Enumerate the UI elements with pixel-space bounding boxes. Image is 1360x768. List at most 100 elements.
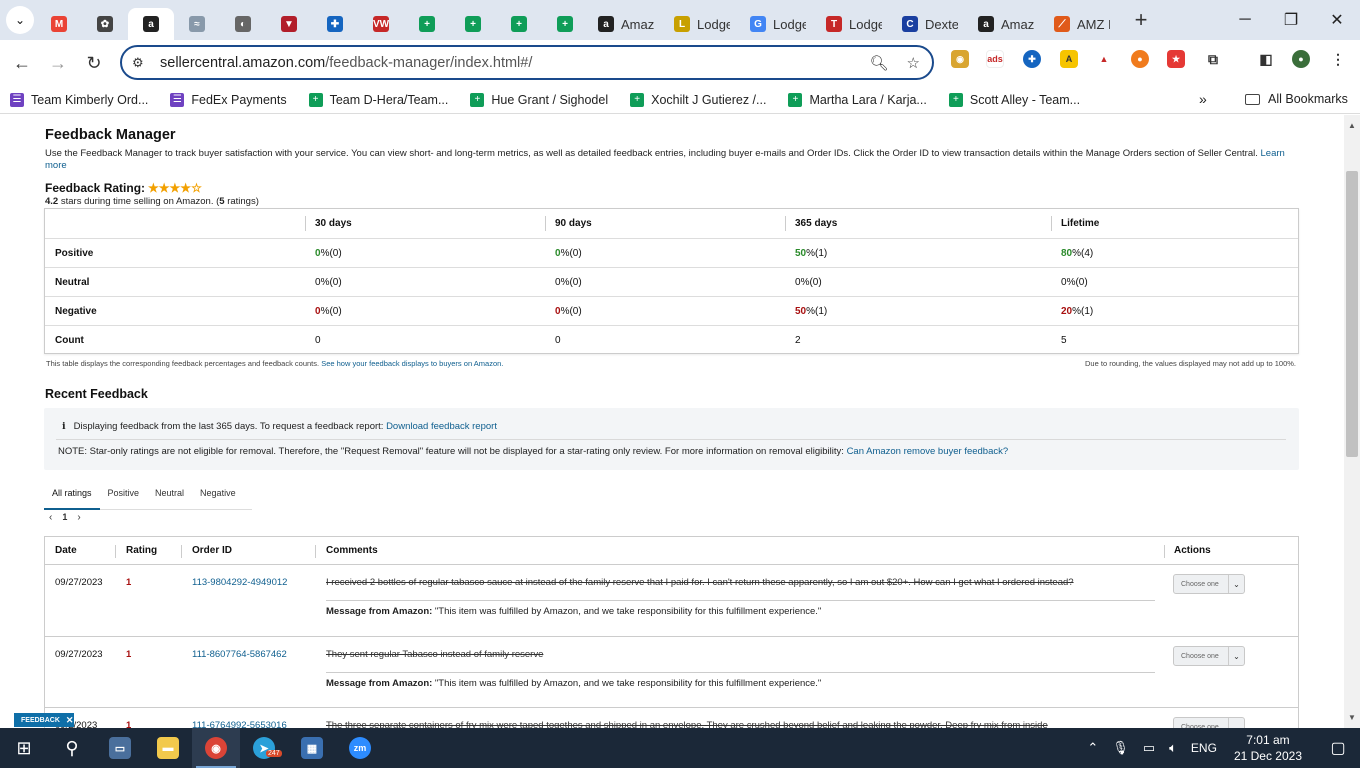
action-select[interactable]: Choose one ⌄: [1173, 574, 1245, 594]
browser-tab[interactable]: ⟋ AMZ I: [1044, 8, 1120, 40]
scroll-up-icon[interactable]: ▲: [1348, 121, 1356, 130]
taskbar-app-explorer[interactable]: ▬: [144, 728, 192, 768]
table-row: 09/2/2023 1 111-6764992-5653016 The three s…: [45, 708, 1298, 728]
browser-tab[interactable]: C Dexte: [892, 8, 968, 40]
close-icon[interactable]: ✕: [66, 715, 74, 726]
taskbar-app-zoom[interactable]: zm: [336, 728, 384, 768]
browser-tab[interactable]: M: [36, 8, 82, 40]
action-select[interactable]: Choose one ⌄: [1173, 717, 1245, 728]
browser-tab[interactable]: a Amaz: [968, 8, 1044, 40]
scrollbar-thumb[interactable]: [1346, 171, 1358, 457]
scroll-down-icon[interactable]: ▼: [1348, 713, 1356, 722]
bookmark-label: Hue Grant / Sighodel: [491, 92, 609, 107]
browser-tab[interactable]: ▼: [266, 8, 312, 40]
restore-button[interactable]: ❐: [1268, 0, 1314, 40]
browser-tab[interactable]: +: [542, 8, 588, 40]
browser-tab[interactable]: ✿: [82, 8, 128, 40]
reload-button[interactable]: ↻: [76, 45, 112, 81]
site-info-icon[interactable]: ⚙: [132, 55, 150, 71]
taskbar-app-telegram[interactable]: ➤ 247: [240, 728, 288, 768]
next-page-icon[interactable]: ›: [77, 512, 80, 523]
order-id-link[interactable]: 111-6764992-5653016: [192, 720, 287, 728]
divider: [326, 600, 1155, 601]
extension-scout-icon[interactable]: A: [1060, 50, 1078, 68]
avatar[interactable]: ●: [1292, 50, 1310, 68]
browser-tab[interactable]: T Lodge: [816, 8, 892, 40]
side-panel-icon[interactable]: ◧: [1257, 50, 1275, 68]
extension-alert-icon[interactable]: ▲: [1095, 50, 1113, 68]
browser-tab[interactable]: L Lodge: [664, 8, 740, 40]
tab-title: Lodge: [849, 16, 882, 32]
bookmark-item[interactable]: + Scott Alley - Team...: [948, 92, 1080, 107]
tab-strip: ⌄ M ✿ a ≈ ◐ ▼ ✚ VW + + + + a Amaz L Lodge G Lodge T Lodge C D…: [0, 0, 1360, 40]
bookmark-item[interactable]: + Xochilt J Gutierez /...: [630, 92, 766, 107]
search-button[interactable]: ⚲: [48, 728, 96, 768]
metric-suffix: %(0): [560, 248, 582, 259]
bookmark-star-icon[interactable]: ☆: [907, 54, 920, 72]
bookmark-item[interactable]: ☰ Team Kimberly Ord...: [10, 92, 148, 107]
browser-tab[interactable]: G Lodge: [740, 8, 816, 40]
taskbar-app-chrome[interactable]: ◉: [192, 728, 240, 768]
microphone-icon[interactable]: 🎙︎: [1112, 740, 1129, 756]
page-scrollbar[interactable]: ▲ ▼: [1344, 115, 1360, 728]
tab-positive[interactable]: Positive: [100, 482, 148, 510]
folder-icon: ▬: [157, 737, 179, 759]
extension-firefox-icon[interactable]: ●: [1131, 50, 1149, 68]
extensions-puzzle-icon[interactable]: ⧉: [1204, 50, 1222, 68]
extension-ads-icon[interactable]: ads: [986, 50, 1004, 68]
more-bookmarks-button[interactable]: »: [1199, 91, 1207, 107]
close-window-button[interactable]: ✕: [1314, 0, 1360, 40]
notification-center-icon[interactable]: ▢: [1316, 738, 1360, 758]
extension-star-icon[interactable]: ★: [1167, 50, 1185, 68]
tab-neutral[interactable]: Neutral: [147, 482, 192, 510]
order-id-link[interactable]: 113-9804292-4949012: [192, 577, 287, 588]
browser-tab[interactable]: +: [404, 8, 450, 40]
clock[interactable]: 7:01 am 21 Dec 2023: [1234, 732, 1302, 764]
feedback-widget[interactable]: FEEDBACK ✕: [14, 713, 74, 727]
browser-tab[interactable]: a Amaz: [588, 8, 664, 40]
browser-tab[interactable]: ≈: [174, 8, 220, 40]
download-report-link[interactable]: Download feedback report: [386, 421, 497, 432]
minimize-button[interactable]: ─: [1222, 0, 1268, 40]
taskbar-app-desktop[interactable]: ▭: [96, 728, 144, 768]
metrics-cell: 2: [795, 326, 801, 355]
metric-suffix: %(0): [320, 248, 342, 259]
network-icon[interactable]: ▭: [1143, 740, 1155, 756]
browser-tab[interactable]: +: [450, 8, 496, 40]
tab-negative[interactable]: Negative: [192, 482, 244, 510]
start-button[interactable]: ⊞: [0, 728, 48, 768]
desktop-icon: ▭: [109, 737, 131, 759]
browser-tab[interactable]: ✚: [312, 8, 358, 40]
browser-tab[interactable]: VW: [358, 8, 404, 40]
bookmark-item[interactable]: + Hue Grant / Sighodel: [470, 92, 609, 107]
order-id-link[interactable]: 111-8607764-5867462: [192, 649, 287, 660]
new-tab-button[interactable]: +: [1126, 5, 1156, 35]
forward-button[interactable]: →: [40, 45, 76, 81]
browser-tab[interactable]: a: [128, 8, 174, 40]
buyer-display-link[interactable]: See how your feedback displays to buyers…: [321, 359, 503, 368]
browser-tab[interactable]: +: [496, 8, 542, 40]
url-text[interactable]: sellercentral.amazon.com/feedback-manage…: [160, 55, 532, 71]
prev-page-icon[interactable]: ‹: [49, 512, 52, 523]
back-button[interactable]: ←: [4, 45, 40, 81]
tab-search-button[interactable]: ⌄: [6, 6, 34, 34]
removal-eligibility-link[interactable]: Can Amazon remove buyer feedback?: [847, 446, 1009, 457]
chevron-up-icon[interactable]: ⌃: [1087, 740, 1098, 756]
bookmark-item[interactable]: + Martha Lara / Karja...: [788, 92, 927, 107]
all-bookmarks-button[interactable]: All Bookmarks: [1245, 92, 1348, 106]
language-indicator[interactable]: ENG: [1191, 741, 1217, 755]
bookmark-item[interactable]: + Team D-Hera/Team...: [308, 92, 448, 107]
extension-honey-icon[interactable]: ◉: [951, 50, 969, 68]
browser-tab[interactable]: ◐: [220, 8, 266, 40]
extension-compass-icon[interactable]: ✚: [1023, 50, 1041, 68]
taskbar-app-calculator[interactable]: ▦: [288, 728, 336, 768]
bookmark-item[interactable]: ☰ FedEx Payments: [170, 92, 287, 107]
zoom-icon[interactable]: 🔍︎: [870, 54, 889, 72]
address-bar[interactable]: ⚙ sellercentral.amazon.com/feedback-mana…: [120, 45, 934, 80]
tab-all-ratings[interactable]: All ratings: [44, 482, 100, 510]
volume-icon[interactable]: 🔈︎: [1169, 740, 1177, 756]
page-number[interactable]: 1: [62, 512, 67, 523]
app-icon: ≈: [189, 16, 205, 32]
action-select[interactable]: Choose one ⌄: [1173, 646, 1245, 666]
menu-kebab-icon[interactable]: ⋮: [1329, 50, 1347, 68]
